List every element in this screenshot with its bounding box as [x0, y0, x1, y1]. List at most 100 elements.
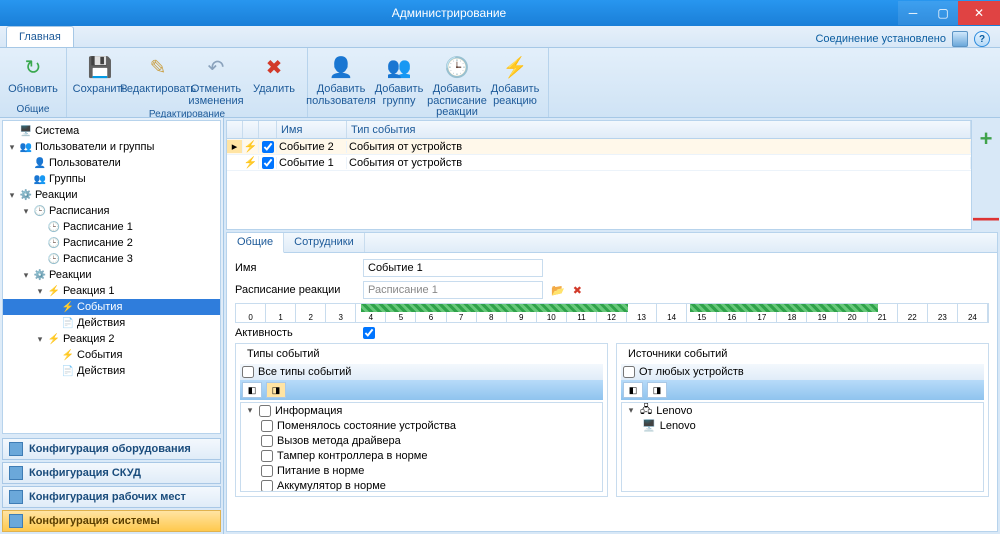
event-type-checkbox[interactable]: [259, 405, 271, 417]
add-group-icon: 👥: [385, 54, 413, 82]
tree-node[interactable]: ▾🕒Расписания: [3, 203, 220, 219]
tree-toggle-icon[interactable]: ▾: [7, 142, 17, 153]
tree-item-label: Система: [35, 125, 79, 137]
sources-list[interactable]: ▾🖧Lenovo🖥️ Lenovo: [621, 402, 984, 492]
ribbon-btn-add-group[interactable]: 👥Добавить группу: [370, 52, 428, 121]
tree-toggle-icon[interactable]: ▾: [21, 270, 31, 281]
tab-general[interactable]: Общие: [227, 233, 284, 253]
tree-item-label: События: [77, 301, 122, 313]
event-type-row[interactable]: Аккумулятор в норме: [241, 478, 602, 492]
maximize-button[interactable]: ▢: [928, 1, 958, 25]
tree-toggle-icon[interactable]: ▾: [7, 190, 17, 201]
event-types-legend: Типы событий: [244, 348, 323, 360]
ribbon-btn-delete[interactable]: ✖Удалить: [245, 52, 303, 109]
ribbon-btn-add-sched[interactable]: 🕒Добавить расписание реакции: [428, 52, 486, 121]
tree-node[interactable]: 🕒Расписание 1: [3, 219, 220, 235]
status-panel: Соединение установлено ?: [815, 31, 1000, 47]
any-device-checkbox[interactable]: [623, 366, 635, 378]
tree-toggle-icon[interactable]: ▾: [245, 405, 255, 416]
source-row[interactable]: ▾🖧Lenovo: [622, 403, 983, 418]
collapse-all-button[interactable]: ◨: [266, 382, 286, 398]
row-checkbox[interactable]: [262, 157, 274, 169]
tree-toggle-icon[interactable]: ▾: [626, 405, 636, 416]
tree-node[interactable]: 👥Группы: [3, 171, 220, 187]
event-type-row[interactable]: Тампер контроллера в норме: [241, 448, 602, 463]
add-row-button[interactable]: +: [980, 126, 993, 152]
tree-node[interactable]: 🕒Расписание 2: [3, 235, 220, 251]
ribbon-btn-save[interactable]: 💾Сохранить: [71, 52, 129, 109]
src-expand-button[interactable]: ◧: [623, 382, 643, 398]
tree-node[interactable]: 🖥️Система: [3, 123, 220, 139]
activity-checkbox[interactable]: [363, 327, 375, 339]
ribbon-btn-add-user[interactable]: 👤Добавить пользователя: [312, 52, 370, 121]
config-button[interactable]: Конфигурация системы: [2, 510, 221, 532]
event-type-checkbox[interactable]: [261, 450, 273, 462]
tree-node[interactable]: ⚡События: [3, 299, 220, 315]
events-grid[interactable]: Имя Тип события ▸⚡Событие 2События от ус…: [226, 120, 972, 230]
ribbon-btn-cancel[interactable]: ↶Отменить изменения: [187, 52, 245, 109]
open-schedule-icon[interactable]: 📂: [551, 284, 565, 297]
ribbon-btn-edit[interactable]: ✎Редактировать: [129, 52, 187, 109]
grid-col-check[interactable]: [259, 121, 277, 138]
event-type-checkbox[interactable]: [261, 420, 273, 432]
all-types-checkbox[interactable]: [242, 366, 254, 378]
clear-schedule-icon[interactable]: ✖: [573, 284, 582, 297]
name-input[interactable]: [363, 259, 543, 277]
tree-item-icon: 🕒: [47, 236, 61, 250]
grid-col-type[interactable]: Тип события: [347, 121, 971, 138]
tree-node[interactable]: 👤Пользователи: [3, 155, 220, 171]
minimize-button[interactable]: ─: [898, 1, 928, 25]
event-type-checkbox[interactable]: [261, 435, 273, 447]
ribbon-btn-add-react[interactable]: ⚡Добавить реакцию: [486, 52, 544, 121]
event-type-row[interactable]: Питание в норме: [241, 463, 602, 478]
row-checkbox[interactable]: [262, 141, 274, 153]
event-types-list[interactable]: ▾ИнформацияПоменялось состояние устройст…: [240, 402, 603, 492]
src-collapse-button[interactable]: ◨: [647, 382, 667, 398]
help-icon[interactable]: ?: [974, 31, 990, 47]
tree-toggle-icon[interactable]: ▾: [35, 286, 45, 297]
grid-col-name[interactable]: Имя: [277, 121, 347, 138]
source-label: Lenovo: [660, 420, 696, 432]
tree-item-label: Реакция 1: [63, 285, 114, 297]
tree-node[interactable]: ▾⚙️Реакции: [3, 267, 220, 283]
close-button[interactable]: ✕: [958, 1, 1000, 25]
tree-toggle-icon[interactable]: ▾: [21, 206, 31, 217]
grid-col-marker[interactable]: [227, 121, 243, 138]
database-icon[interactable]: [952, 31, 968, 47]
event-type-row[interactable]: Поменялось состояние устройства: [241, 418, 602, 433]
config-button[interactable]: Конфигурация рабочих мест: [2, 486, 221, 508]
event-type-row[interactable]: Вызов метода драйвера: [241, 433, 602, 448]
time-ruler[interactable]: 0123456789101112131415161718192021222324: [235, 303, 989, 323]
config-button-panel: Конфигурация оборудованияКонфигурация СК…: [0, 436, 223, 534]
tree-item-icon: 📄: [61, 364, 75, 378]
tree-item-label: Расписание 2: [63, 237, 133, 249]
grid-row[interactable]: ⚡Событие 1События от устройств: [227, 155, 971, 171]
grid-row[interactable]: ▸⚡Событие 2События от устройств: [227, 139, 971, 155]
event-type-checkbox[interactable]: [261, 480, 273, 492]
window-title: Администрирование: [0, 6, 898, 20]
remove-row-button[interactable]: —: [973, 211, 999, 224]
nav-tree[interactable]: 🖥️Система▾👥Пользователи и группы👤Пользов…: [2, 120, 221, 434]
tree-item-label: Действия: [77, 365, 125, 377]
tree-node[interactable]: ▾👥Пользователи и группы: [3, 139, 220, 155]
tree-node[interactable]: 📄Действия: [3, 315, 220, 331]
tree-node[interactable]: ▾⚙️Реакции: [3, 187, 220, 203]
config-button[interactable]: Конфигурация СКУД: [2, 462, 221, 484]
expand-all-button[interactable]: ◧: [242, 382, 262, 398]
tree-node[interactable]: ▾⚡Реакция 2: [3, 331, 220, 347]
ribbon-btn-refresh[interactable]: ↻Обновить: [4, 52, 62, 104]
config-button[interactable]: Конфигурация оборудования: [2, 438, 221, 460]
event-type-checkbox[interactable]: [261, 465, 273, 477]
ribbon-tab-main[interactable]: Главная: [6, 26, 74, 47]
tree-node[interactable]: ▾⚡Реакция 1: [3, 283, 220, 299]
source-row[interactable]: 🖥️ Lenovo: [622, 418, 983, 433]
event-type-row[interactable]: ▾Информация: [241, 403, 602, 418]
device-icon: 🖥️: [642, 419, 656, 432]
tree-node[interactable]: 📄Действия: [3, 363, 220, 379]
schedule-input[interactable]: [363, 281, 543, 299]
tab-employees[interactable]: Сотрудники: [284, 233, 365, 252]
grid-col-icon[interactable]: [243, 121, 259, 138]
tree-toggle-icon[interactable]: ▾: [35, 334, 45, 345]
tree-node[interactable]: ⚡События: [3, 347, 220, 363]
tree-node[interactable]: 🕒Расписание 3: [3, 251, 220, 267]
